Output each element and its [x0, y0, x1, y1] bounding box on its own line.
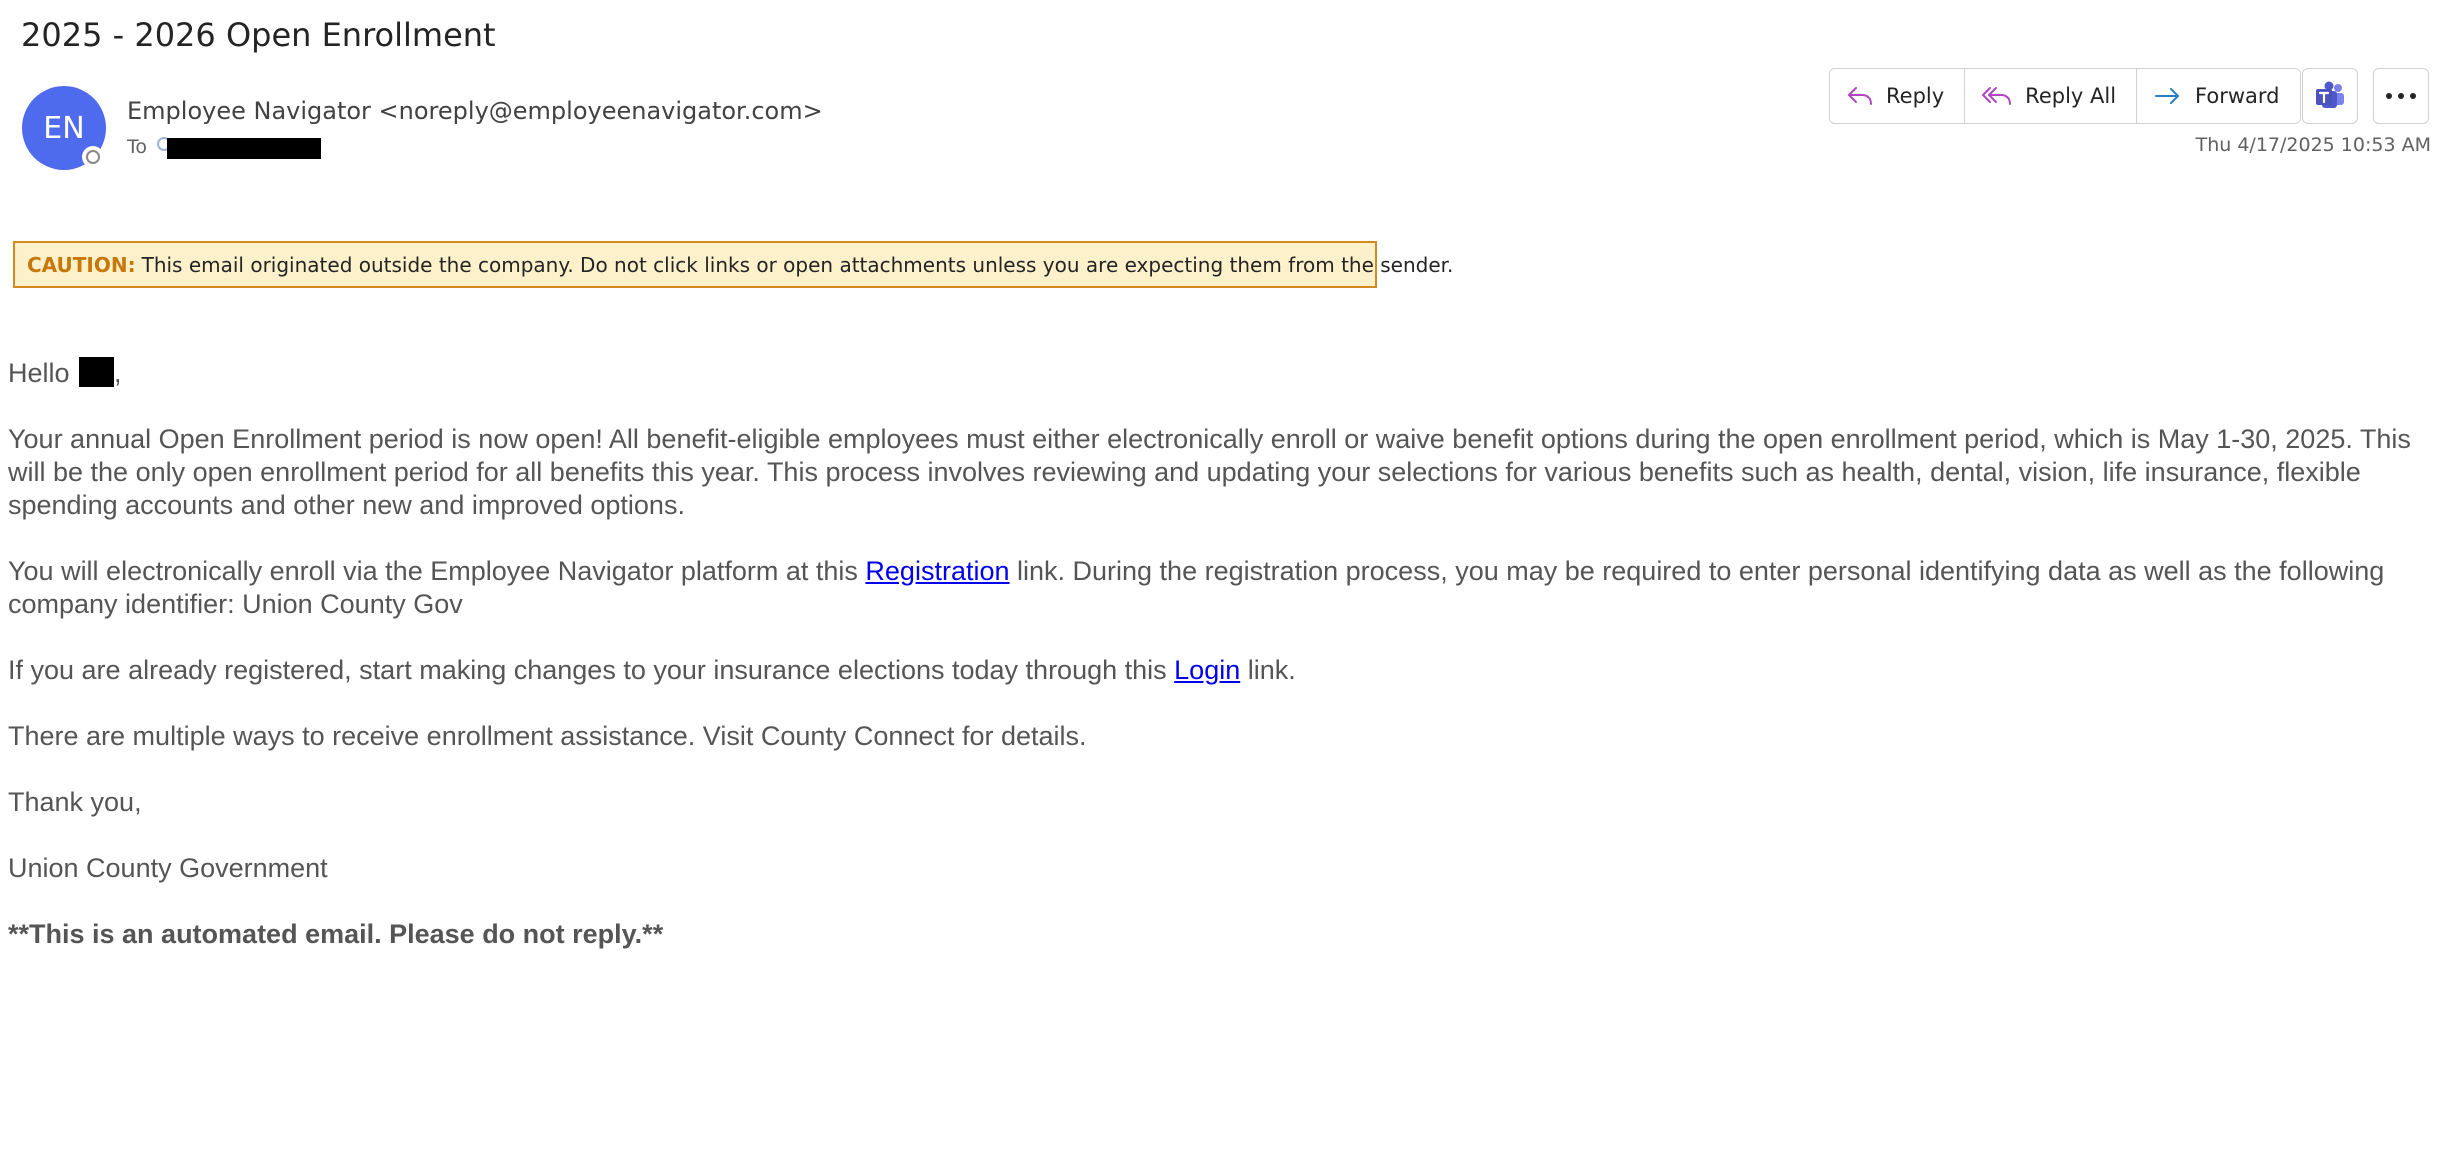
email-body: Hello , Your annual Open Enrollment peri… — [8, 357, 2433, 984]
login-link[interactable]: Login — [1174, 655, 1240, 685]
paragraph-registration: You will electronically enroll via the E… — [8, 555, 2433, 621]
automated-email-note: **This is an automated email. Please do … — [8, 919, 664, 949]
recipient-row: To — [127, 134, 322, 160]
forward-icon — [2155, 88, 2180, 104]
closing-line: Thank you, — [8, 787, 142, 817]
greeting-punct: , — [114, 358, 122, 388]
paragraph-enrollment-open: Your annual Open Enrollment period is no… — [8, 424, 2411, 520]
more-options-button[interactable] — [2373, 68, 2429, 124]
teams-button[interactable] — [2302, 68, 2358, 124]
greeting-line: Hello , — [8, 357, 2433, 390]
redacted-recipient — [167, 137, 322, 159]
greeting-text: Hello — [8, 358, 70, 388]
redacted-name — [79, 357, 115, 387]
signature-line: Union County Government — [8, 853, 328, 883]
reply-all-label: Reply All — [2025, 84, 2117, 108]
presence-status-icon — [82, 146, 104, 168]
message-actions: Reply Reply All Forward — [1829, 68, 2301, 124]
reply-label: Reply — [1886, 84, 1945, 108]
forward-label: Forward — [2195, 84, 2280, 108]
sender-name[interactable]: Employee Navigator <noreply@employeenavi… — [127, 97, 823, 125]
registration-text-before: You will electronically enroll via the E… — [8, 556, 866, 586]
email-reading-pane: 2025 - 2026 Open Enrollment EN Employee … — [0, 0, 2450, 1160]
email-subject: 2025 - 2026 Open Enrollment — [21, 16, 496, 54]
avatar-initials: EN — [43, 110, 85, 146]
to-label: To — [127, 136, 148, 158]
reply-icon — [1848, 87, 1872, 105]
teams-icon — [2316, 81, 2344, 108]
registration-link[interactable]: Registration — [865, 556, 1009, 586]
reply-button[interactable]: Reply — [1830, 69, 1965, 123]
paragraph-assistance: There are multiple ways to receive enrol… — [8, 721, 1087, 751]
email-timestamp: Thu 4/17/2025 10:53 AM — [2195, 134, 2431, 156]
caution-label: CAUTION: — [27, 252, 136, 277]
reply-all-icon — [1982, 87, 2012, 105]
login-text-after: link. — [1240, 655, 1296, 685]
reply-all-button[interactable]: Reply All — [1964, 69, 2137, 123]
external-caution-banner: CAUTION: This email originated outside t… — [13, 241, 1453, 288]
paragraph-login: If you are already registered, start mak… — [8, 654, 2433, 687]
more-options-icon — [2386, 93, 2416, 99]
caution-text: This email originated outside the compan… — [141, 252, 1454, 277]
login-text-before: If you are already registered, start mak… — [8, 655, 1175, 685]
forward-button[interactable]: Forward — [2136, 69, 2300, 123]
